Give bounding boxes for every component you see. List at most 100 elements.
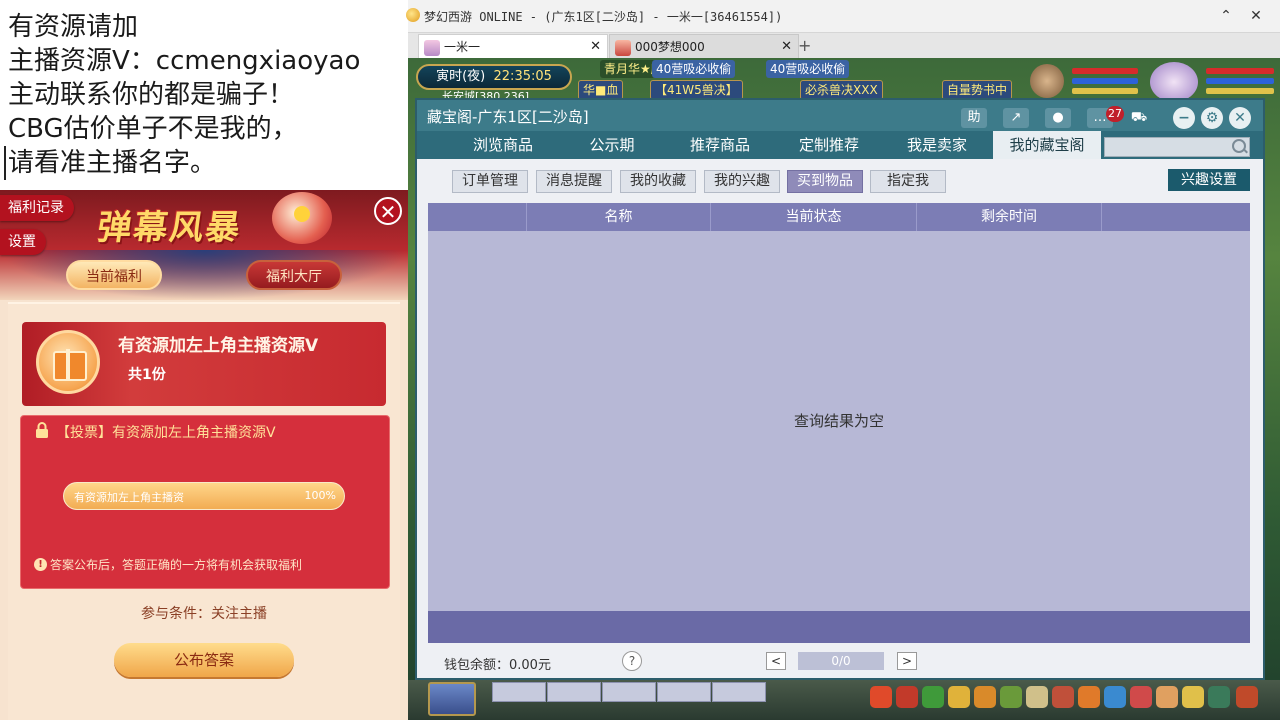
info-icon: ! [34, 558, 47, 571]
record-icon[interactable]: ● [1045, 108, 1071, 128]
notice-line: 主动联系你的都是骗子！ [8, 80, 295, 110]
toolbar-skill-icon[interactable] [922, 686, 944, 708]
search-icon[interactable] [1232, 139, 1246, 153]
wallet-balance: 钱包余额：0.00元 [444, 658, 551, 673]
player-hp-bar [1206, 68, 1274, 74]
hud-label: 华■血 [578, 80, 624, 100]
quick-slot[interactable] [712, 682, 766, 702]
tab-character-1[interactable]: 一米一 ✕ [418, 34, 608, 58]
my-favorites-button[interactable]: 我的收藏 [620, 170, 696, 193]
player-rage-bar [1206, 88, 1274, 94]
hud-label: 自量势书中 [942, 80, 1013, 100]
share-icon[interactable]: ↗ [1003, 108, 1029, 128]
tab-character-2[interactable]: 000梦想000 ✕ [609, 34, 799, 58]
close-icon[interactable]: ✕ [374, 197, 402, 225]
toolbar-friend-icon[interactable] [1026, 686, 1048, 708]
tab-recommended[interactable]: 推荐商品 [666, 131, 774, 159]
close-icon[interactable]: ✕ [1229, 107, 1251, 129]
welfare-settings-button[interactable]: 设置 [0, 229, 46, 255]
time-period: 寅时(夜) [436, 69, 486, 84]
game-logo-icon [406, 8, 420, 22]
hud-label: 40营吸必收偷 [652, 60, 736, 78]
hud-label: 【41W5兽决】 [650, 80, 743, 100]
vote-title: 【投票】有资源加左上角主播资源V [56, 425, 276, 441]
pet-exp-bar [1072, 88, 1138, 94]
reward-title: 有资源加左上角主播资源V [118, 336, 319, 356]
prev-page-button[interactable]: < [766, 652, 786, 670]
tab-close-icon[interactable]: ✕ [781, 35, 792, 59]
tab-welfare-hall[interactable]: 福利大厅 [246, 260, 342, 290]
tab-my-pavilion[interactable]: 我的藏宝阁 [993, 131, 1101, 159]
quick-slot[interactable] [547, 682, 601, 702]
dialog-title: 藏宝阁-广东1区[二沙岛] [427, 108, 589, 126]
reward-count: 共1份 [128, 367, 166, 383]
player-mp-bar [1206, 78, 1274, 84]
assigned-to-me-button[interactable]: 指定我 [870, 170, 946, 193]
help-icon[interactable]: 助 [961, 108, 987, 128]
toolbar-guild-icon[interactable] [1052, 686, 1074, 708]
toolbar-bag-icon[interactable] [896, 686, 918, 708]
hud-label: 必杀兽决XXX [800, 80, 883, 100]
notice-line: 有资源请加 [8, 12, 139, 42]
collapse-icon[interactable]: ⌃ [1216, 6, 1236, 26]
tab-public-period[interactable]: 公示期 [568, 131, 656, 159]
publish-answer-button[interactable]: 公布答案 [114, 643, 294, 677]
notice-line: 主播资源V：ccmengxiaoyao [8, 46, 361, 76]
interest-settings-button[interactable]: 兴趣设置 [1168, 169, 1250, 191]
game-clock: 寅时(夜) 22:35:05 [416, 64, 572, 90]
column-header-name: 名称 [526, 203, 710, 231]
quick-slot[interactable] [657, 682, 711, 702]
page-indicator: 0/0 [798, 652, 884, 670]
cart-icon[interactable]: ⛟ [1126, 108, 1152, 128]
toolbar-team-icon[interactable] [974, 686, 996, 708]
toolbar-settings-icon[interactable] [1208, 686, 1230, 708]
pet-avatar[interactable] [1030, 64, 1064, 98]
toolbar-system-icon[interactable] [1182, 686, 1204, 708]
vote-info-text: 答案公布后，答题正确的一方将有机会获取福利 [50, 558, 303, 572]
purchased-items-button[interactable]: 买到物品 [787, 170, 863, 193]
minimize-icon[interactable]: − [1173, 107, 1195, 129]
toolbar-pet-icon[interactable] [1000, 686, 1022, 708]
player-avatar[interactable] [1150, 62, 1198, 102]
participation-condition: 参与条件：关注主播 [141, 606, 267, 622]
tab-browse-goods[interactable]: 浏览商品 [448, 131, 558, 159]
window-close-icon[interactable]: ✕ [1246, 6, 1266, 26]
notice-line: 请看准主播名字。 [4, 146, 408, 180]
welfare-header-stage [0, 250, 408, 300]
quick-slot[interactable] [602, 682, 656, 702]
table-footer [428, 611, 1250, 643]
lion-dance-mascot-icon [272, 192, 332, 244]
help-question-icon[interactable]: ? [622, 651, 642, 671]
window-title: 梦幻西游 ONLINE - (广东1区[二沙岛] - 一米一[36461554]… [424, 10, 783, 24]
message-count-badge: 27 [1106, 106, 1124, 122]
toolbar-extra-icon[interactable] [1236, 686, 1258, 708]
notice-line: CBG估价单子不是我的， [8, 114, 298, 144]
quick-slot[interactable] [492, 682, 546, 702]
gear-icon[interactable]: ⚙ [1201, 107, 1223, 129]
empty-result-text: 查询结果为空 [793, 412, 884, 430]
order-management-button[interactable]: 订单管理 [452, 170, 528, 193]
vote-option-bar[interactable]: 有资源加左上角主播资 100% [63, 482, 345, 510]
toolbar-event-icon[interactable] [1156, 686, 1178, 708]
toolbar-map-icon[interactable] [1104, 686, 1126, 708]
tab-custom-recommend[interactable]: 定制推荐 [774, 131, 884, 159]
next-page-button[interactable]: > [897, 652, 917, 670]
pet-hp-bar [1072, 68, 1138, 74]
toolbar-gift-icon[interactable] [1130, 686, 1152, 708]
new-tab-icon[interactable]: + [798, 36, 811, 55]
toolbar-attack-icon[interactable] [870, 686, 892, 708]
column-header-remaining-time: 剩余时间 [916, 203, 1102, 231]
time-value: 22:35:05 [493, 69, 552, 84]
boots-item-icon[interactable] [428, 682, 476, 716]
message-reminder-button[interactable]: 消息提醒 [536, 170, 612, 193]
toolbar-task-icon[interactable] [948, 686, 970, 708]
tab-close-icon[interactable]: ✕ [590, 35, 601, 59]
welfare-record-button[interactable]: 福利记录 [0, 195, 74, 221]
search-input[interactable] [1104, 137, 1250, 157]
vote-percent: 100% [304, 489, 336, 502]
tab-i-am-seller[interactable]: 我是卖家 [884, 131, 990, 159]
my-interests-button[interactable]: 我的兴趣 [704, 170, 780, 193]
toolbar-shop-icon[interactable] [1078, 686, 1100, 708]
avatar-icon [424, 39, 440, 56]
tab-current-welfare[interactable]: 当前福利 [66, 260, 162, 290]
